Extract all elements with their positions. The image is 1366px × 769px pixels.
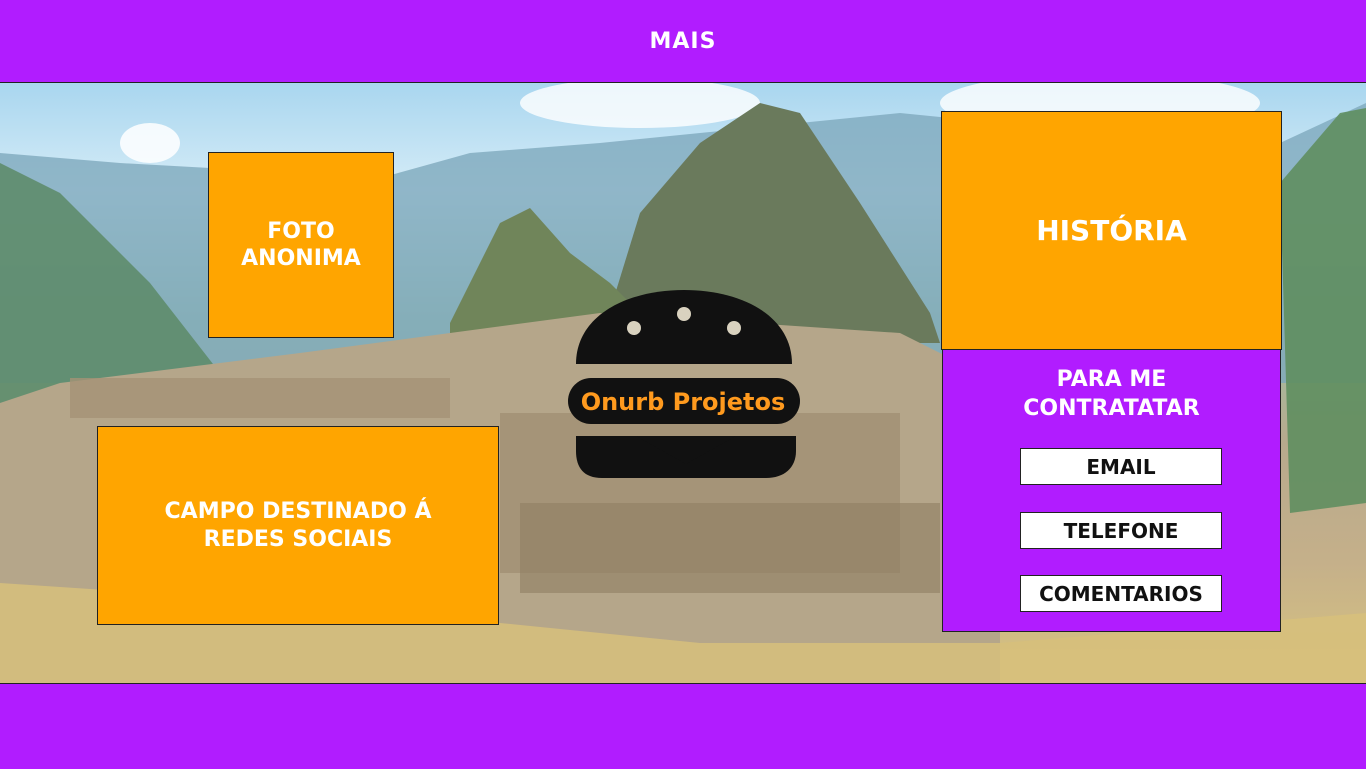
anonymous-photo-placeholder: FOTO ANONIMA — [208, 152, 394, 338]
social-media-label: CAMPO DESTINADO Á REDES SOCIAIS — [164, 499, 432, 552]
logo-text: Onurb Projetos — [580, 388, 786, 416]
hire-me-panel: PARA ME CONTRATATAR EMAIL TELEFONE COMEN… — [942, 349, 1281, 632]
more-menu-link[interactable]: MAIS — [650, 29, 717, 54]
brand-logo: Onurb Projetos — [566, 286, 802, 482]
email-button[interactable]: EMAIL — [1020, 448, 1222, 485]
phone-button[interactable]: TELEFONE — [1020, 512, 1222, 549]
history-label: HISTÓRIA — [1036, 214, 1187, 247]
top-nav-bar: MAIS — [0, 0, 1366, 83]
comments-button[interactable]: COMENTARIOS — [1020, 575, 1222, 612]
social-media-panel: CAMPO DESTINADO Á REDES SOCIAIS — [97, 426, 499, 625]
footer-bar — [0, 683, 1366, 769]
photo-label: FOTO ANONIMA — [241, 218, 361, 272]
hire-me-title: PARA ME CONTRATATAR — [1023, 367, 1200, 421]
history-panel[interactable]: HISTÓRIA — [941, 111, 1282, 350]
